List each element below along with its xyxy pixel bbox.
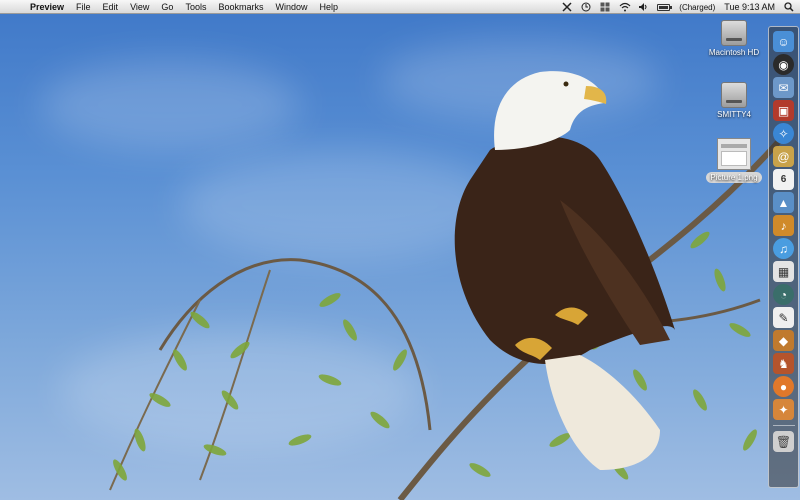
desktop-icon-label: Picture 1.png <box>706 172 762 183</box>
time-machine-icon[interactable]: ◔ <box>773 284 794 305</box>
spaces-icon[interactable] <box>600 2 610 12</box>
menu-extras: (Charged) Tue 9:13 AM <box>562 0 794 14</box>
finder-icon[interactable]: ☺ <box>773 31 794 52</box>
dashboard-icon[interactable]: ◉ <box>773 54 794 75</box>
address-book-icon[interactable]: @ <box>773 146 794 167</box>
menu-help[interactable]: Help <box>319 2 346 12</box>
spotlight-icon[interactable] <box>784 2 794 12</box>
desktop-icon-label: SMITTY4 <box>717 110 751 119</box>
menu-go[interactable]: Go <box>161 2 181 12</box>
desktop-wallpaper <box>0 0 800 500</box>
menu-file[interactable]: File <box>76 2 99 12</box>
app-store-icon[interactable]: ◆ <box>773 330 794 351</box>
wifi-icon[interactable] <box>619 2 631 12</box>
game-icon[interactable]: ♞ <box>773 353 794 374</box>
desktop-icon-macintosh-hd[interactable]: Macintosh HD <box>706 20 762 57</box>
safari-icon[interactable]: ✧ <box>773 123 794 144</box>
hard-drive-icon <box>721 82 747 108</box>
desktop-icon-picture-1[interactable]: Picture 1.png <box>703 138 765 183</box>
garageband-icon[interactable]: ♪ <box>773 215 794 236</box>
eagle-wallpaper-image <box>109 71 783 500</box>
menu-edit[interactable]: Edit <box>103 2 127 12</box>
battery-icon[interactable] <box>657 3 673 11</box>
menu-tools[interactable]: Tools <box>185 2 214 12</box>
textedit-icon[interactable]: ✎ <box>773 307 794 328</box>
dock-separator <box>772 425 795 426</box>
volume-icon[interactable] <box>638 2 648 12</box>
menu-bar: Preview File Edit View Go Tools Bookmark… <box>0 0 800 14</box>
menu-app-name[interactable]: Preview <box>30 2 72 12</box>
trash-icon[interactable]: 🗑 <box>773 431 794 452</box>
mail-icon[interactable]: ✉ <box>773 77 794 98</box>
image-file-icon <box>717 138 751 170</box>
menu-clock[interactable]: Tue 9:13 AM <box>724 2 775 12</box>
battery-status[interactable]: (Charged) <box>679 3 715 12</box>
menu-view[interactable]: View <box>130 2 157 12</box>
tools-icon[interactable] <box>562 2 572 12</box>
preview-icon[interactable]: ▦ <box>773 261 794 282</box>
image-editor-icon[interactable]: ✦ <box>773 399 794 420</box>
desktop-icon-label: Macintosh HD <box>708 48 760 57</box>
time-machine-icon[interactable] <box>581 2 591 12</box>
desktop-icon-smitty4[interactable]: SMITTY4 <box>706 82 762 119</box>
firefox-icon[interactable]: ● <box>773 376 794 397</box>
ical-icon[interactable]: 6 <box>773 169 794 190</box>
menu-bookmarks[interactable]: Bookmarks <box>218 2 271 12</box>
itunes-icon[interactable]: ♫ <box>773 238 794 259</box>
dock: ☺ ◉ ✉ ▣ ✧ @ 6 ▲ ♪ ♫ ▦ ◔ ✎ ◆ ♞ ● ✦ 🗑 <box>768 26 799 488</box>
hard-drive-icon <box>721 20 747 46</box>
menu-window[interactable]: Window <box>275 2 315 12</box>
iphoto-icon[interactable]: ▲ <box>773 192 794 213</box>
photo-booth-icon[interactable]: ▣ <box>773 100 794 121</box>
